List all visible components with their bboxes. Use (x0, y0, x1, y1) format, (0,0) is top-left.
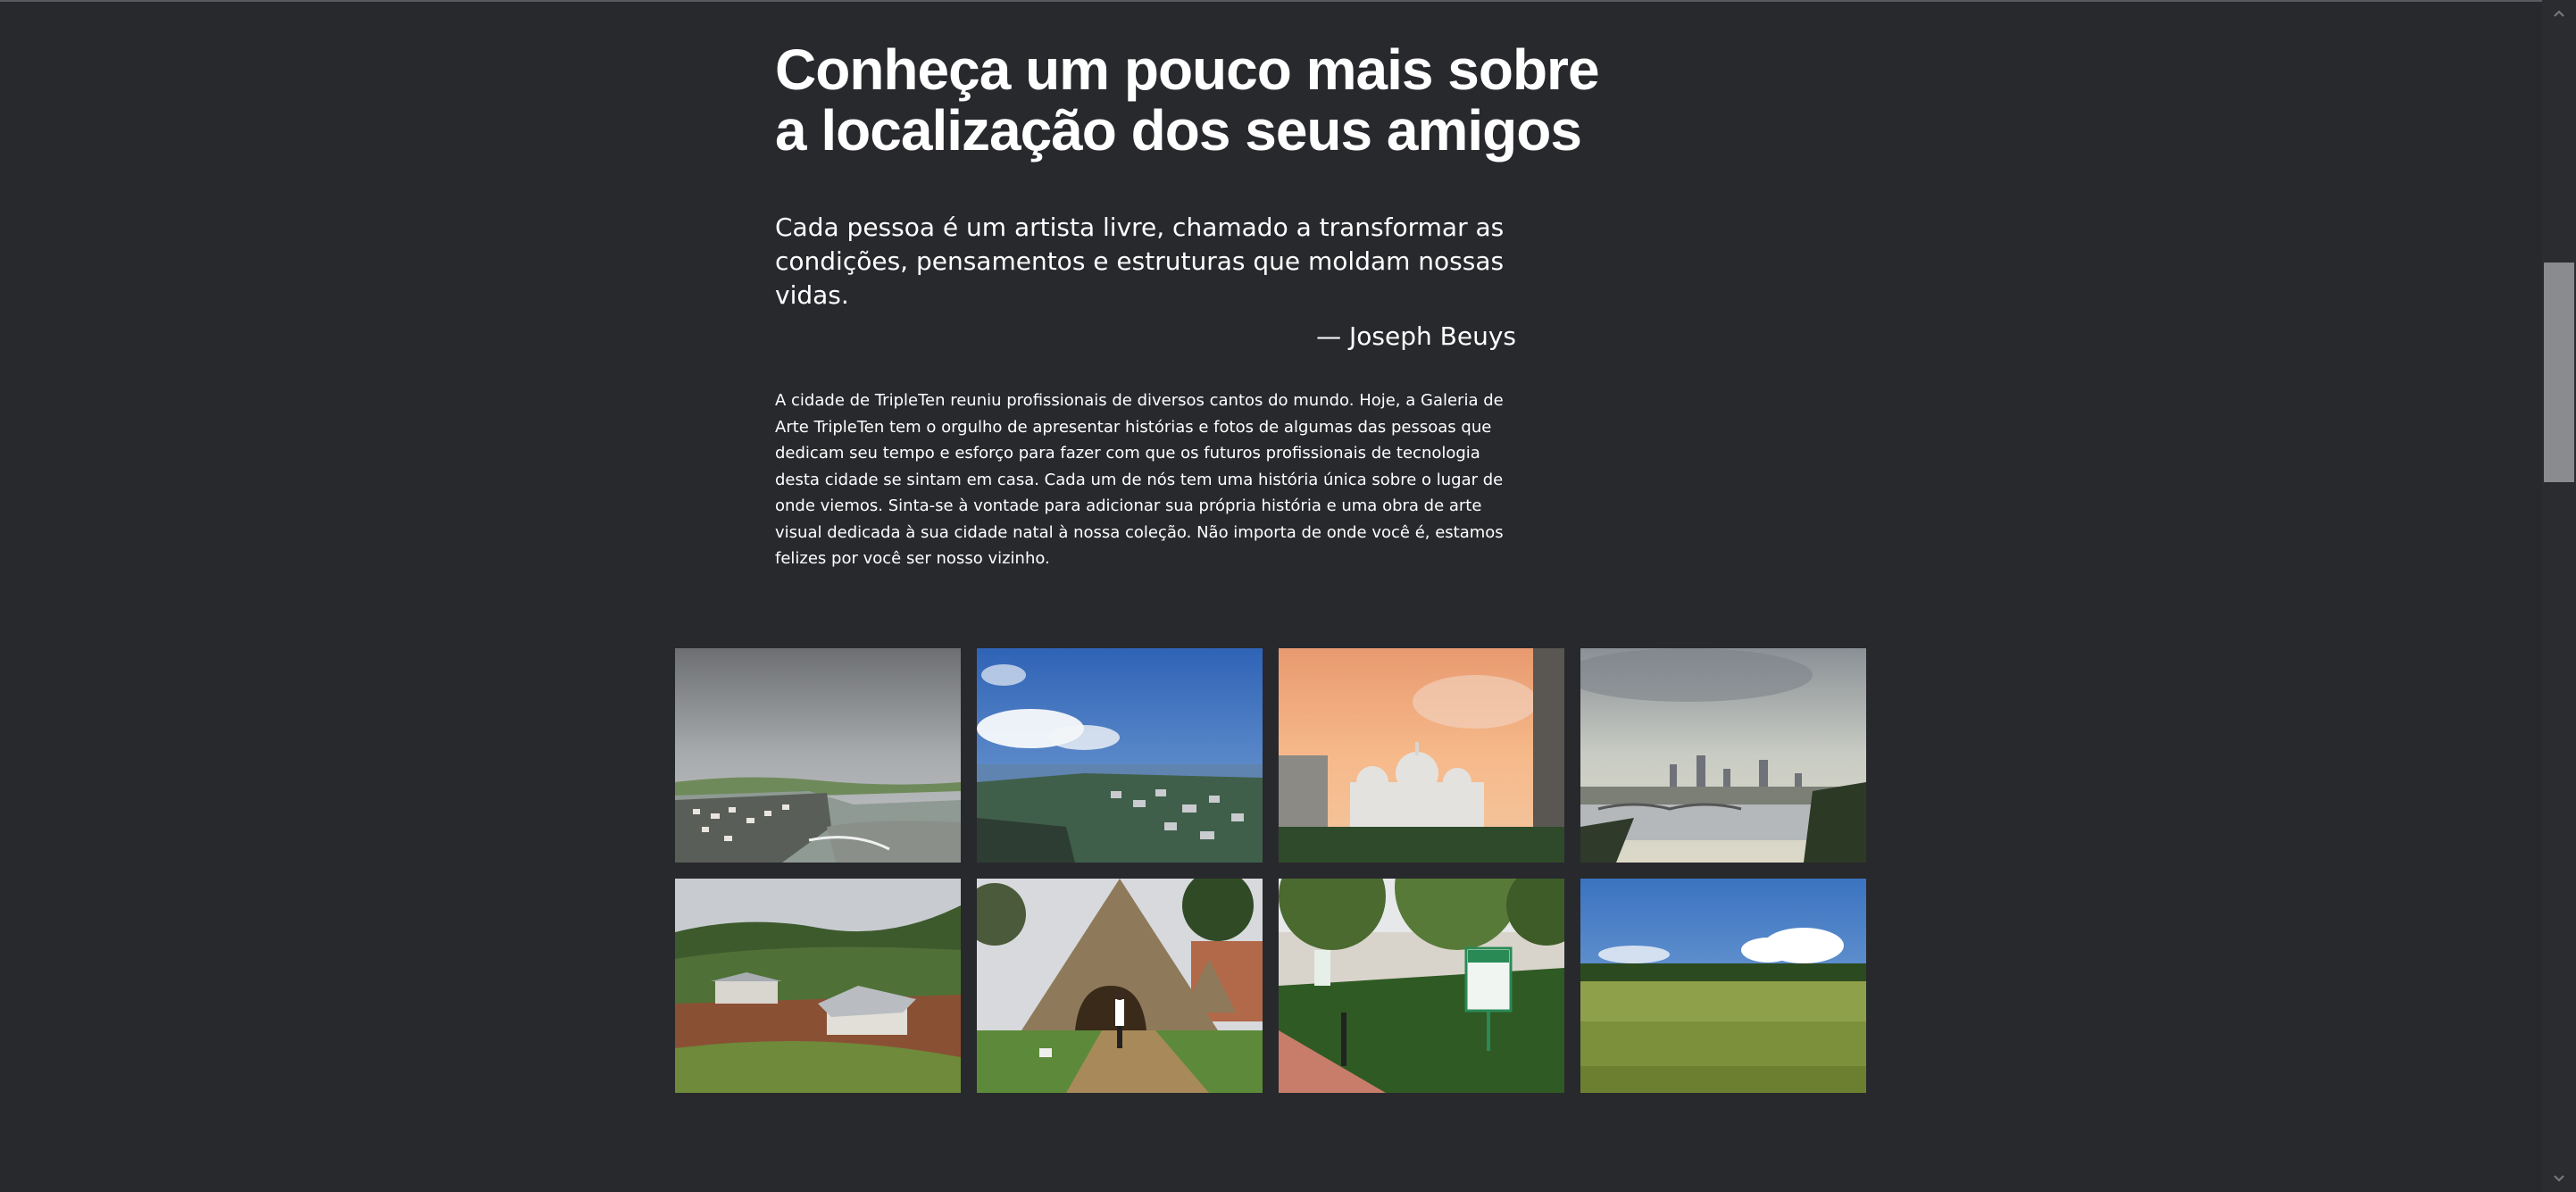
gallery-photo[interactable] (1580, 879, 1866, 1093)
scrollbar-thumb[interactable] (2544, 263, 2574, 482)
top-border (0, 0, 2543, 2)
thatched-hut-photo (977, 879, 1263, 1093)
city-river-photo (1580, 648, 1866, 863)
vertical-scrollbar[interactable] (2542, 0, 2576, 1192)
gallery-photo[interactable] (977, 879, 1263, 1093)
sunset-church-photo (1279, 648, 1564, 863)
intro-section: Conheça um pouco mais sobre a localizaçã… (775, 39, 1650, 572)
scroll-down-arrow-icon[interactable] (2542, 1165, 2576, 1192)
quote-block: Cada pessoa é um artista livre, chamado … (775, 211, 1516, 354)
quote-author: — Joseph Beuys (1316, 321, 1516, 351)
gallery-photo[interactable] (675, 648, 961, 863)
grass-field-photo (1580, 879, 1866, 1093)
scroll-up-arrow-icon[interactable] (2542, 0, 2576, 27)
gallery-photo[interactable] (1279, 879, 1564, 1093)
page-title-line-1: Conheça um pouco mais sobre (775, 38, 1600, 102)
gallery-photo[interactable] (675, 879, 961, 1093)
page-title-line-2: a localização dos seus amigos (775, 98, 1582, 163)
gallery-photo[interactable] (977, 648, 1263, 863)
seaside-town-photo (977, 648, 1263, 863)
gallery-photo[interactable] (1580, 648, 1866, 863)
coastal-town-photo (675, 648, 961, 863)
photo-gallery (675, 648, 1866, 1093)
gallery-photo[interactable] (1279, 648, 1564, 863)
park-signs-photo (1279, 879, 1564, 1093)
hillside-houses-photo (675, 879, 961, 1093)
page: Conheça um pouco mais sobre a localizaçã… (0, 0, 2576, 1192)
page-title: Conheça um pouco mais sobre a localizaçã… (775, 39, 1650, 161)
quote-text: Cada pessoa é um artista livre, chamado … (775, 213, 1505, 310)
intro-paragraph: A cidade de TripleTen reuniu profissiona… (775, 391, 1504, 568)
